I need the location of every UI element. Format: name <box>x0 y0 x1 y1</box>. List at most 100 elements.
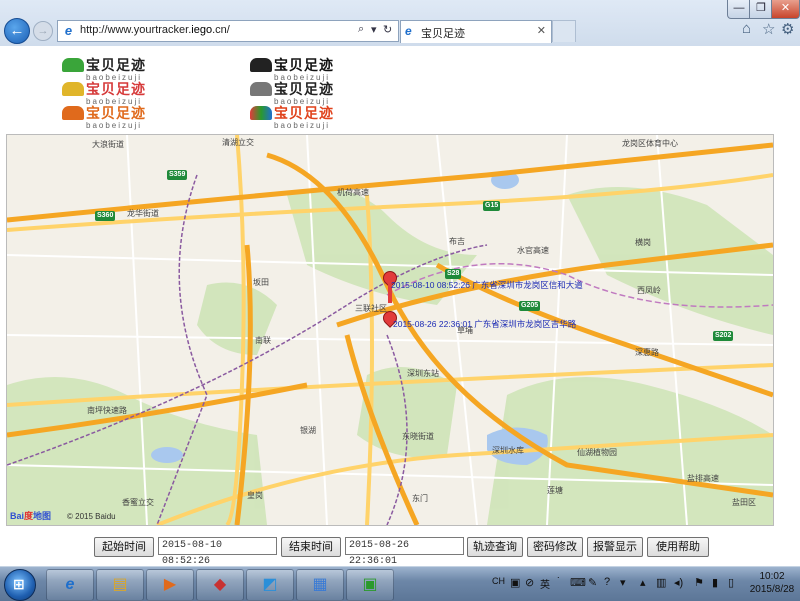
windows-logo-icon: ⊞ <box>13 576 25 592</box>
ie-tab-icon: e <box>405 24 412 38</box>
logo-5: 宝贝足迹 baobeizuji <box>250 80 334 106</box>
taskbar-explorer-icon[interactable]: ▤ <box>96 569 144 601</box>
tree-icon <box>62 82 84 96</box>
baidu-map[interactable]: 大浪街道 清湖立交 龙华街道 坂田 南联 龙岗区体育中心 横岗 布吉 深圳东站 … <box>6 134 774 526</box>
map-label: 皇岗 <box>247 491 263 500</box>
taskbar-notes-icon[interactable]: ◩ <box>246 569 294 601</box>
browser-chrome: — ❐ ✕ ← → e http://www.yourtracker.iego.… <box>0 0 800 47</box>
clock-date: 2015/8/28 <box>749 584 795 595</box>
track-query-button[interactable]: 轨迹查询 <box>467 537 523 557</box>
help-question-icon[interactable]: ? <box>604 576 610 588</box>
map-label: 深圳水库 <box>492 446 524 455</box>
control-bar: 起始时间 2015-08-10 08:52:26 结束时间 2015-08-26… <box>0 530 800 567</box>
map-label: 深圳东站 <box>407 369 439 378</box>
home-icon[interactable]: ⌂ <box>742 20 751 37</box>
no-entry-icon[interactable]: ⊘ <box>525 576 534 589</box>
map-label: 清湖立交 <box>222 138 254 147</box>
search-icon[interactable]: ⌕ <box>358 23 364 36</box>
taskbar-ie-icon[interactable]: e <box>46 569 94 601</box>
map-label: 南联 <box>255 336 271 345</box>
refresh-icon[interactable]: ↻ <box>383 23 392 36</box>
windows-taskbar: ⊞ e ▤ ▶ ◆ ◩ ▦ ▣ CH ▣ ⊘ 英 ˙ ⌨ ✎ ? ▾ ▴ ▥ ◂… <box>0 566 800 601</box>
system-clock[interactable]: 10:02 2015/8/28 <box>746 570 798 596</box>
show-hidden-icons[interactable]: ▴ <box>640 576 646 589</box>
taskbar-network-icon[interactable]: ▦ <box>296 569 344 601</box>
map-label: 南坪快速路 <box>87 406 127 415</box>
start-button[interactable]: ⊞ <box>4 569 36 601</box>
map-label: 龙岗区体育中心 <box>622 139 678 148</box>
map-label: 香蜜立交 <box>122 498 154 507</box>
tree-icon <box>62 106 84 120</box>
volume-icon[interactable]: ◂) <box>674 576 683 589</box>
map-label: 莲塘 <box>547 486 563 495</box>
forward-button[interactable]: → <box>33 21 53 41</box>
map-label: 西凤岭 <box>637 286 661 295</box>
back-button[interactable]: ← <box>4 18 30 44</box>
map-copyright: © 2015 Baidu <box>67 512 116 521</box>
tab-title: 宝贝足迹 <box>421 28 465 40</box>
tree-icon <box>62 58 84 72</box>
close-button[interactable]: ✕ <box>771 0 800 19</box>
maximize-button[interactable]: ❐ <box>749 0 773 19</box>
tree-icon <box>250 106 272 120</box>
help-button[interactable]: 使用帮助 <box>647 537 709 557</box>
start-time-button[interactable]: 起始时间 <box>94 537 154 557</box>
tab-active[interactable]: e 宝贝足迹 ✕ <box>400 20 552 43</box>
map-label: 深惠路 <box>635 348 659 357</box>
logo-6: 宝贝足迹 baobeizuji <box>250 104 334 130</box>
action-center-icon[interactable]: ▯ <box>728 576 734 589</box>
logo-1: 宝贝足迹 baobeizuji <box>62 56 146 82</box>
address-bar[interactable]: e http://www.yourtracker.iego.cn/ ⌕ ▾ ↻ <box>57 20 399 42</box>
ime-toolbar-icon[interactable]: ▣ <box>510 576 520 589</box>
map-label: 机荷高速 <box>337 188 369 197</box>
ime-indicator[interactable]: CH <box>492 576 505 586</box>
taskbar-installer-icon[interactable]: ▣ <box>346 569 394 601</box>
punctuation-icon[interactable]: ˙ <box>557 576 561 588</box>
map-label: 横岗 <box>635 238 651 247</box>
road-sign: S360 <box>95 211 116 221</box>
road-sign: S28 <box>445 269 462 279</box>
map-label: 东门 <box>412 494 428 503</box>
map-label: 盐田区 <box>732 498 756 507</box>
ime-options-icon[interactable]: ▾ <box>620 576 626 589</box>
change-password-button[interactable]: 密码修改 <box>527 537 583 557</box>
map-label: 大浪街道 <box>92 140 124 149</box>
map-canvas <box>7 135 773 525</box>
flag-icon[interactable]: ⚑ <box>694 576 704 589</box>
marker-2-label: 2015-08-26 22:36:01 广东省深圳市龙岗区吉华路 <box>393 319 577 329</box>
map-label: 坂田 <box>253 278 269 287</box>
ime-settings-icon[interactable]: ✎ <box>588 576 597 589</box>
dropdown-icon[interactable]: ▾ <box>371 23 377 36</box>
alarm-display-button[interactable]: 报警显示 <box>587 537 643 557</box>
tab-close-icon[interactable]: ✕ <box>537 24 546 37</box>
road-sign: G205 <box>519 301 541 311</box>
favorites-star-icon[interactable]: ☆ <box>762 20 775 38</box>
end-time-input[interactable]: 2015-08-26 22:36:01 <box>345 537 464 567</box>
battery-icon[interactable]: ▮ <box>712 576 718 589</box>
address-url[interactable]: http://www.yourtracker.iego.cn/ <box>80 24 230 36</box>
map-label: 盐排高速 <box>687 474 719 483</box>
end-time-button[interactable]: 结束时间 <box>281 537 341 557</box>
taskbar-app-icon[interactable]: ◆ <box>196 569 244 601</box>
keyboard-icon[interactable]: ⌨ <box>570 576 586 589</box>
clock-time: 10:02 <box>759 571 785 582</box>
map-label: 水官高速 <box>517 246 549 255</box>
tree-icon <box>250 58 272 72</box>
taskbar-media-icon[interactable]: ▶ <box>146 569 194 601</box>
new-tab-button[interactable] <box>552 20 576 42</box>
settings-gear-icon[interactable]: ⚙ <box>781 20 794 38</box>
ime-mode[interactable]: 英 <box>540 576 550 591</box>
network-tray-icon[interactable]: ▥ <box>656 576 666 589</box>
back-arrow-icon: ← <box>9 22 25 39</box>
tree-icon <box>250 82 272 96</box>
map-label: 仙湖植物园 <box>577 448 617 457</box>
map-label: 东晓街道 <box>402 432 434 441</box>
map-label: 银湖 <box>300 426 316 435</box>
map-label: 龙华街道 <box>127 209 159 218</box>
road-sign: S359 <box>167 170 188 180</box>
minimize-button[interactable]: — <box>727 0 751 19</box>
logo-strip: 宝贝足迹 baobeizuji 宝贝足迹 baobeizuji 宝贝足迹 bao… <box>0 46 800 130</box>
marker-1-label: 2015-08-10 08:52:26 广东省深圳市龙岗区信和大道 <box>391 280 583 290</box>
start-time-input[interactable]: 2015-08-10 08:52:26 <box>158 537 277 567</box>
logo-2: 宝贝足迹 baobeizuji <box>62 80 146 106</box>
